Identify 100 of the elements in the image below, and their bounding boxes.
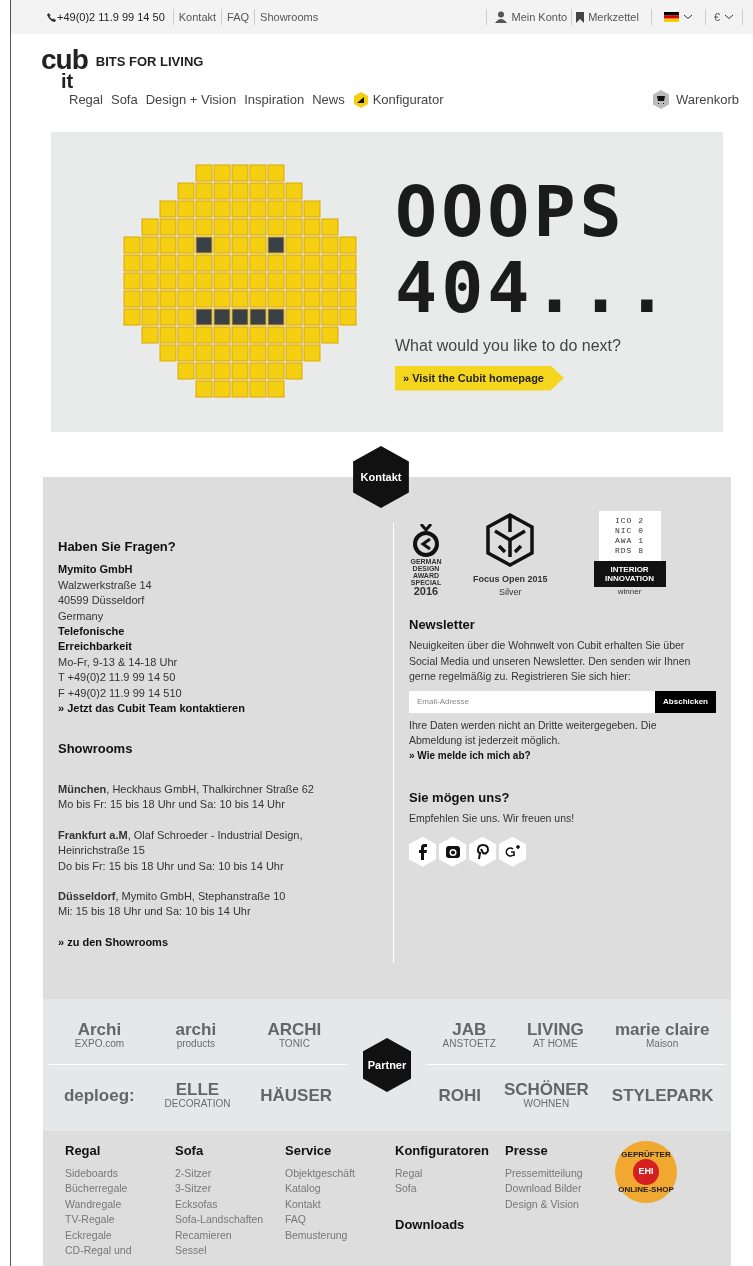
footer-link[interactable]: FAQ [285,1212,395,1228]
nav-link[interactable]: Design + Vision [145,90,237,110]
showroom-line: Do bis Fr: 15 bis 18 Uhr und Sa: 10 bis 14 Uhr [58,858,285,874]
flag-icon [663,12,679,22]
hero-question: What would you like to do next? [395,335,622,356]
top-link[interactable]: Kontakt [173,8,222,26]
footer-link[interactable]: Pressemitteilung [505,1165,615,1182]
showroom-line: Mi: 15 bis 18 Uhr und Sa: 10 bis 14 Uhr [58,904,252,920]
partner-logo: archi products [175,1020,217,1049]
footer-link[interactable]: Eckregale [65,1227,175,1244]
contact-link[interactable]: » Jetzt das Cubit Team kontaktieren [58,701,393,717]
cart-link[interactable]: Warenkorb [651,90,739,110]
contact-line: T +49(0)2 11.9 99 14 50 [58,670,177,686]
section-heading: Haben Sie Fragen? [58,539,177,555]
footer-link[interactable]: Ecksofas [175,1196,285,1213]
partner-logo: deploeg: [63,1086,135,1104]
logo-tagline: BITS FOR LIVING [95,53,204,71]
footer-heading: Konfiguratoren [395,1142,490,1160]
partner-logo: JAB ANSTOETZ [442,1020,496,1049]
footer-heading: Downloads [395,1215,466,1234]
phone-number: +49(0)2 11.9 99 14 50 [57,9,165,25]
footer-heading: Sofa [175,1142,205,1160]
partner-logo: ARCHI TONIC [267,1020,322,1049]
contact-line: 40599 Düsseldorf [58,593,146,609]
showroom-line: Frankfurt a.M, Olaf Schroeder - Industrial Design, [58,827,304,843]
cart-icon [651,90,670,110]
partner-logo: Archi EXPO.com [74,1020,125,1049]
phone-icon [46,11,57,23]
error-headline: OOOPS [395,173,627,250]
footer-link[interactable]: Sideboards [65,1165,175,1182]
award-level: Silver [499,587,522,597]
nav-link[interactable]: Regal [69,90,103,110]
showroom-line: Mo bis Fr: 15 bis 18 Uhr und Sa: 10 bis 14 Uhr [58,797,286,813]
contact-line: Mymito GmbH [58,562,134,578]
section-heading: Showrooms [58,741,134,757]
newsletter-text: Neuigkeiten über die Wohnwelt von Cubit erhalten Sie über Social Media und unseren Newsletter. Den senden wir Ihnen gerne regelmäßig zu. Registrieren Sie sich hier: [409,638,692,685]
social-text: Empfehlen Sie uns. Wir freuen uns! [409,811,576,827]
contact-line: Walzwerkstraße 14 [58,577,153,593]
partner-logo: STYLEPARK [611,1086,714,1104]
footer-link[interactable]: Objektgeschäft [285,1165,395,1182]
showroom-line: Düsseldorf, Mymito GmbH, Stephanstraße 10 [58,888,287,904]
email-field[interactable]: Email-Adresse [409,690,656,713]
footer-heading: Service [285,1142,333,1160]
top-link[interactable]: FAQ [222,8,255,26]
footer-link[interactable]: Bemusterung [285,1227,395,1244]
footer-link[interactable]: Download Bilder [505,1181,615,1197]
currency-dropdown[interactable]: € [705,8,742,26]
contact-line: Mo-Fr, 9-13 & 14-18 Uhr [58,654,179,670]
section-heading: Sie mögen uns? [409,789,511,806]
footer-link[interactable]: Sofa-Landschaften [175,1212,285,1228]
configurator-icon [352,91,369,108]
chevron-icon [724,14,734,20]
contact-line: F +49(0)2 11.9 99 14 510 [58,685,183,701]
footer-link[interactable]: Design & Vision [505,1196,615,1213]
footer-link[interactable]: 2-Sitzer [175,1165,285,1182]
error-headline: 404... [395,249,672,326]
footer-link[interactable]: Recamieren [175,1227,285,1244]
partner-logo: ELLE DECORATION [164,1081,231,1109]
partner-badge: Partner [362,1038,412,1092]
contact-line: Erreichbarkeit [58,639,133,655]
footer-link[interactable]: Kontakt [285,1196,395,1213]
chevron-icon [682,14,693,20]
footer-link[interactable]: 3-Sitzer [175,1181,285,1197]
showroom-line: München, Heckhaus GmbH, Thalkirchner Straße 62 [58,781,315,797]
nav-link[interactable]: Inspiration [244,90,305,110]
footer-link[interactable]: TV-Regale [65,1212,175,1228]
homepage-button[interactable]: » Visit the Cubit homepage [395,365,564,391]
user-icon [495,11,508,23]
top-link[interactable]: Showrooms [255,8,324,26]
footer-link[interactable]: Bücherregale [65,1181,175,1197]
nav-link[interactable]: Sofa [110,90,138,110]
footer-link[interactable]: Regal [395,1165,505,1182]
contact-line: Telefonische [58,624,126,640]
submit-button[interactable]: Abschicken [655,690,716,713]
partner-logo: ROHI [438,1086,481,1104]
partner-logo: SCHÖNER WOHNEN [503,1081,589,1109]
footer-heading: Regal [65,1142,102,1160]
unsubscribe-link[interactable]: » Wie melde ich mich ab? [409,748,716,764]
section-heading: Newsletter [409,617,476,633]
account-link[interactable]: Mein Konto [511,8,572,26]
bookmark-icon [576,11,585,23]
nav-link[interactable]: Konfigurator [352,90,444,110]
partner-logo: marie claire Maison [614,1020,710,1049]
footer-link[interactable]: Wandregale [65,1196,175,1213]
footer-heading: Presse [505,1142,549,1160]
privacy-note: Ihre Daten werden nicht an Dritte weitergegeben. Die Abmeldung ist jederzeit möglich. [409,717,658,749]
partner-logo: LIVING AT HOME [527,1020,584,1049]
showrooms-link[interactable]: » zu den Showrooms [58,934,393,951]
partner-logo: HÄUSER [260,1086,333,1104]
nav-link[interactable]: News [312,90,345,110]
contact-line: Germany [58,608,105,624]
cubit-logo: cub it [41,48,88,90]
cube-icon [485,511,536,568]
footer-link[interactable]: Katalog [285,1181,395,1197]
footer-link[interactable]: Sofa [395,1181,505,1197]
footer-link[interactable]: Sessel [175,1243,285,1260]
award-title: Focus Open 2015 [473,572,548,586]
showroom-line: Heinrichstraße 15 [58,843,146,859]
footer-link[interactable]: CD-Regal und [65,1243,175,1260]
wishlist-link[interactable]: Merkzettel [588,8,651,26]
